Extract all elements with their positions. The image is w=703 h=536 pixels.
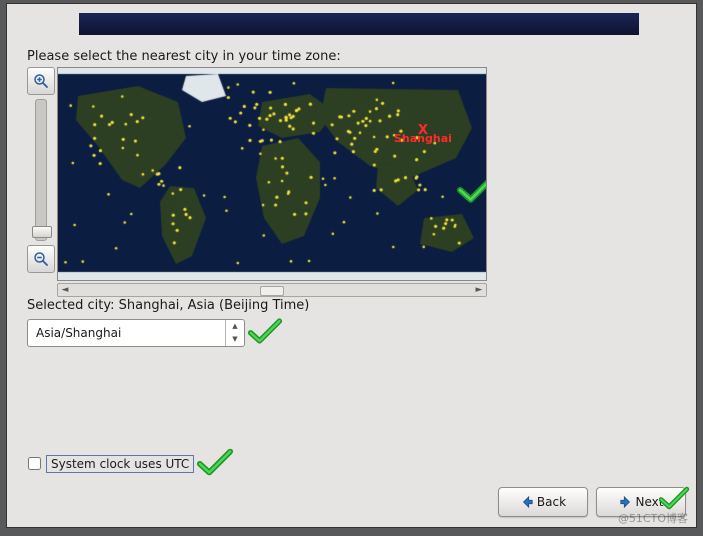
map-check-annotation [456, 170, 487, 209]
system-clock-utc-checkbox[interactable] [28, 457, 41, 470]
zoom-in-button[interactable] [27, 67, 55, 95]
selected-city-marker: X Shanghai [394, 126, 452, 144]
magnifier-plus-icon [32, 72, 50, 90]
back-button-label: Back [537, 495, 566, 509]
utc-row: System clock uses UTC [28, 446, 234, 481]
check-icon [456, 170, 487, 206]
map-horizontal-scrollbar[interactable]: ◄ ► [57, 283, 487, 297]
timezone-value: Asia/Shanghai [28, 326, 121, 340]
timezone-check-annotation [245, 316, 283, 349]
scroll-right-icon[interactable]: ► [472, 284, 486, 296]
header-banner [79, 13, 639, 35]
zoom-out-button[interactable] [27, 245, 55, 273]
scroll-left-icon[interactable]: ◄ [58, 284, 72, 296]
map-area: X Shanghai ◄ ► [27, 67, 487, 293]
back-button[interactable]: Back [498, 487, 588, 517]
next-button-label: Next [636, 495, 664, 509]
utc-check-annotation [194, 446, 234, 481]
check-icon [196, 446, 234, 478]
zoom-controls [27, 67, 55, 273]
marker-city-label: Shanghai [394, 132, 452, 145]
timezone-installer-window: Please select the nearest city in your t… [6, 3, 697, 528]
arrow-left-icon [520, 495, 534, 509]
world-map[interactable]: X Shanghai [57, 67, 487, 281]
scrollbar-thumb[interactable] [260, 286, 284, 294]
timezone-select[interactable]: Asia/Shanghai ▲▼ [27, 319, 245, 347]
spinner-icon: ▲▼ [225, 320, 244, 346]
magnifier-minus-icon [32, 250, 50, 268]
system-clock-utc-label: System clock uses UTC [46, 455, 194, 473]
selected-city-label: Selected city: Shanghai, Asia (Beijing T… [27, 298, 309, 313]
watermark: @51CTO博客 [618, 510, 688, 526]
world-map-canvas [58, 68, 486, 280]
zoom-slider[interactable] [35, 99, 47, 241]
zoom-slider-thumb[interactable] [32, 226, 52, 238]
timezone-prompt: Please select the nearest city in your t… [27, 49, 341, 64]
timezone-row: Asia/Shanghai ▲▼ [27, 316, 283, 349]
check-icon [247, 316, 283, 346]
arrow-right-icon [619, 495, 633, 509]
